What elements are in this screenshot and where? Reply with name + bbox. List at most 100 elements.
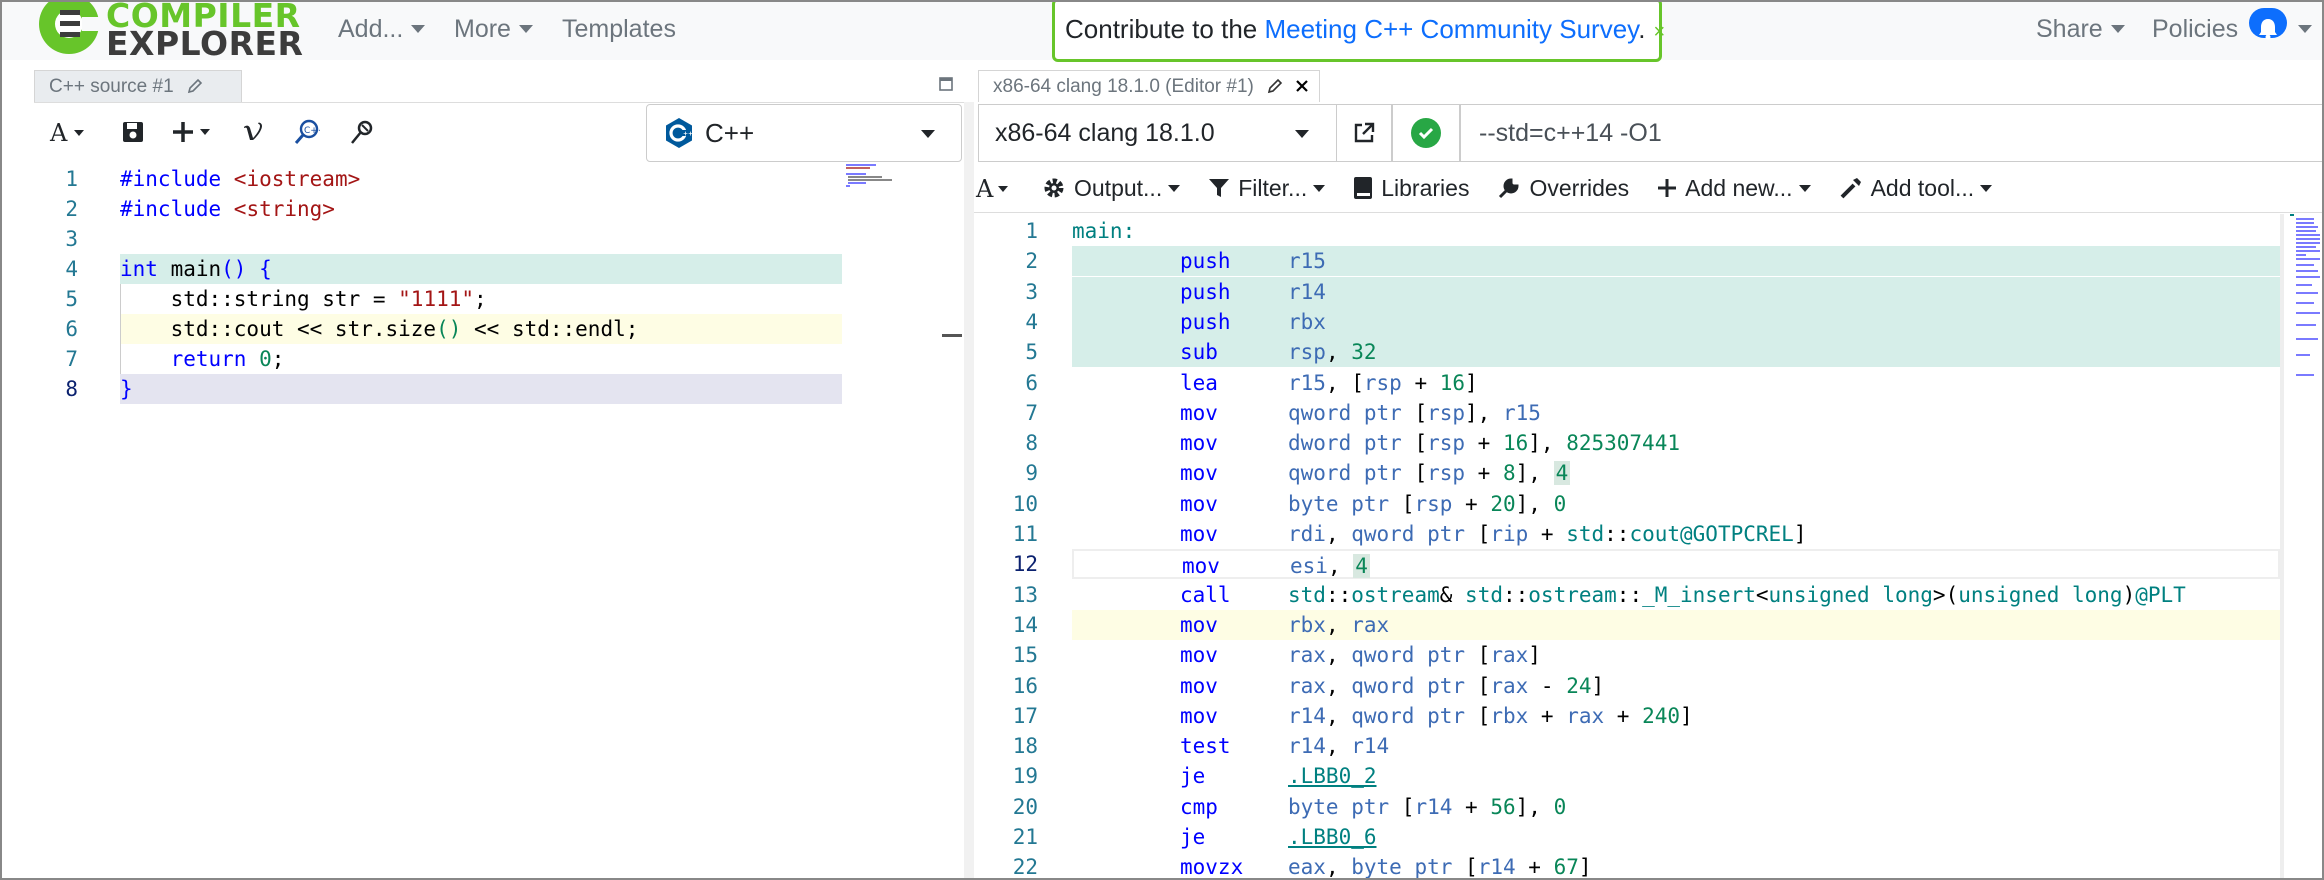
pencil-icon[interactable] xyxy=(187,78,203,94)
asm-token: rip xyxy=(1490,522,1529,546)
asm-token: [ xyxy=(1452,855,1478,880)
asm-line: push r14 xyxy=(1072,276,2280,307)
output-menu[interactable]: Output... xyxy=(1042,175,1180,202)
asm-token: , xyxy=(1325,703,1352,728)
asm-jump-label-link[interactable]: .LBB0_6 xyxy=(1288,825,1377,849)
compiler-explorer-logo[interactable]: COMPILER EXPLORER xyxy=(36,2,303,60)
compiler-select[interactable]: x86-64 clang 18.1.0 xyxy=(978,104,1390,162)
add-tool-menu[interactable]: Add tool... xyxy=(1839,175,1993,202)
asm-line: mov byte ptr [rsp + 20], 0 xyxy=(1072,489,2280,519)
asm-token: [ xyxy=(1401,461,1428,486)
asm-token: ], xyxy=(1465,400,1503,425)
survey-link[interactable]: Meeting C++ Community Survey xyxy=(1264,14,1638,44)
save-icon[interactable] xyxy=(110,112,156,152)
line-number: 7 xyxy=(65,347,78,371)
font-size-button[interactable]: A xyxy=(46,112,90,152)
popout-button[interactable] xyxy=(1336,104,1392,162)
pane-splitter[interactable] xyxy=(964,102,974,878)
asm-token: rax xyxy=(1288,643,1326,668)
asm-line-number: 19 xyxy=(1012,764,1038,789)
source-minimap[interactable] xyxy=(846,164,916,194)
asm-operands: r14, qword ptr [rbx + rax + 240] xyxy=(1288,701,1693,731)
asm-token: [ xyxy=(1465,522,1491,546)
asm-token: unsigned long xyxy=(1958,582,2123,607)
code-token: std::cout << str.size xyxy=(120,317,437,341)
asm-token: @PLT xyxy=(2135,582,2186,607)
asm-token: [ xyxy=(1389,491,1415,516)
asm-instruction: mov xyxy=(1180,461,1218,486)
asm-line: mov qword ptr [rsp + 8], 4 xyxy=(1072,458,2280,488)
code-line: std::cout << str.size() << std::endl; xyxy=(120,314,842,344)
cppinsights-icon[interactable]: C++ xyxy=(284,112,330,152)
asm-token: - xyxy=(1528,673,1567,698)
asm-token: rsp xyxy=(1427,400,1466,425)
maximize-icon[interactable] xyxy=(938,76,954,97)
asm-instruction: mov xyxy=(1180,431,1218,456)
assembly-output[interactable]: 1 main: 2 push r15 3 push r14 4 push rbx 5 sub rsp, 3… xyxy=(974,214,2322,880)
asm-token: , xyxy=(1325,643,1352,668)
asm-instruction: push xyxy=(1180,309,1231,334)
asm-line-number: 16 xyxy=(1012,673,1038,698)
asm-instruction: lea xyxy=(1180,370,1218,395)
tab-cpp-source[interactable]: C++ source #1 xyxy=(34,70,242,102)
source-editor[interactable]: 1 2 3 4 5 6 7 8 #include <iostream> #inc… xyxy=(34,164,964,878)
plus-icon xyxy=(1658,179,1677,197)
templates-link[interactable]: Templates xyxy=(562,2,676,56)
asm-token: ] xyxy=(1528,643,1541,668)
asm-token: qword ptr xyxy=(1351,673,1466,698)
asm-instruction: je xyxy=(1180,764,1206,789)
policies-menu[interactable]: Policies xyxy=(2152,2,2313,56)
asm-line-number: 10 xyxy=(1012,491,1038,516)
filter-menu[interactable]: Filter... xyxy=(1208,175,1325,202)
chevron-down-icon xyxy=(2298,25,2313,33)
asm-token: 20 xyxy=(1490,491,1516,516)
libraries-label: Libraries xyxy=(1381,174,1470,201)
asm-line-number: 21 xyxy=(1012,825,1038,849)
asm-line-number: 12 xyxy=(1012,552,1038,577)
add-pane-button[interactable] xyxy=(170,112,216,152)
close-icon[interactable] xyxy=(1294,78,1310,94)
compile-status-button[interactable] xyxy=(1392,104,1460,162)
asm-line: cmp byte ptr [r14 + 56], 0 xyxy=(1072,792,2280,822)
asm-line: mov r14, qword ptr [rbx + rax + 240] xyxy=(1072,701,2280,731)
asm-token: , [ xyxy=(1325,370,1364,395)
asm-line-number: 1 xyxy=(1025,219,1038,243)
code-token: int xyxy=(120,257,158,281)
asm-line: push r15 xyxy=(1072,246,2280,277)
survey-close-button[interactable]: × xyxy=(1653,21,1665,43)
asm-line-number: 2 xyxy=(1025,249,1038,274)
assembly-scrollbar[interactable] xyxy=(2280,214,2284,878)
asm-token: rax xyxy=(1566,703,1605,728)
tab-compiler[interactable]: x86-64 clang 18.1.0 (Editor #1) xyxy=(978,70,1320,102)
asm-token: 16 xyxy=(1502,431,1529,456)
asm-token: qword ptr xyxy=(1351,703,1466,728)
wrench-icon xyxy=(1499,178,1519,199)
asm-token: + xyxy=(1452,491,1491,516)
more-menu[interactable]: More xyxy=(454,2,533,56)
libraries-button[interactable]: Libraries xyxy=(1353,175,1469,202)
svg-text:++: ++ xyxy=(683,131,693,138)
font-size-button[interactable]: A xyxy=(974,173,1022,203)
asm-token: 4 xyxy=(1353,554,1370,579)
overrides-button[interactable]: Overrides xyxy=(1497,175,1629,202)
compiler-options-input[interactable]: --std=c++14 -O1 xyxy=(1460,104,2322,162)
pencil-icon[interactable] xyxy=(1267,78,1283,94)
vim-mode-icon[interactable] xyxy=(230,112,276,152)
quick-bench-icon[interactable] xyxy=(338,112,384,152)
language-select[interactable]: ++ C++ xyxy=(646,104,962,162)
asm-line-number: 20 xyxy=(1012,794,1038,819)
logo-mark-icon xyxy=(36,2,102,60)
share-menu[interactable]: Share xyxy=(2036,2,2125,56)
asm-instruction: mov xyxy=(1180,673,1218,698)
asm-jump-label-link[interactable]: .LBB0_2 xyxy=(1288,764,1377,788)
code-line: #include <string> xyxy=(120,194,842,224)
add-new-menu[interactable]: Add new... xyxy=(1657,175,1810,202)
add-menu[interactable]: Add... xyxy=(338,2,425,56)
asm-label[interactable]: main: xyxy=(1072,219,1135,243)
assembly-minimap[interactable] xyxy=(2290,214,2320,414)
asm-token: :: xyxy=(1604,522,1630,546)
asm-instruction: mov xyxy=(1180,491,1218,516)
asm-token: rax xyxy=(1288,673,1326,698)
asm-token: rax xyxy=(1351,612,1390,637)
asm-token: + xyxy=(1465,431,1503,456)
